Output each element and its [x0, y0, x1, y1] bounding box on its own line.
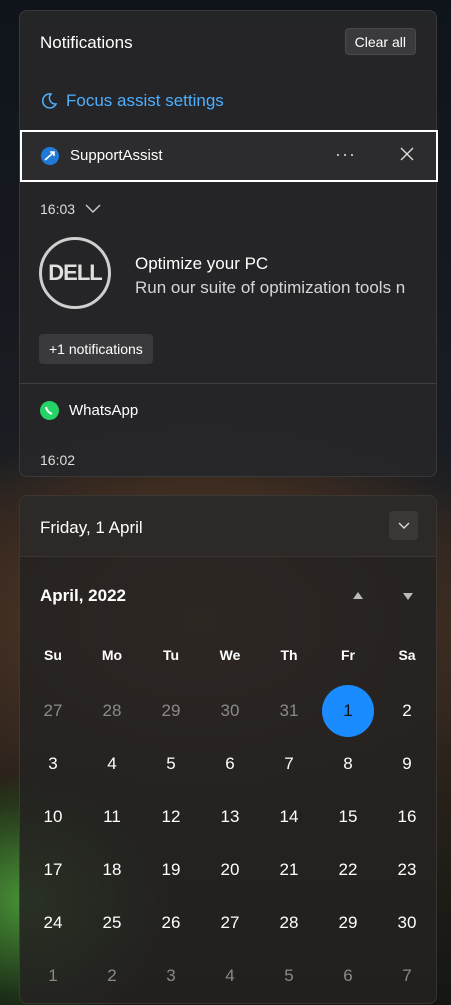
calendar-day[interactable]: 6: [204, 738, 256, 790]
calendar-day[interactable]: 18: [86, 844, 138, 896]
moon-icon: [41, 93, 58, 109]
calendar-day[interactable]: 10: [27, 791, 79, 843]
calendar-day[interactable]: 11: [86, 791, 138, 843]
notification-center: Notifications Clear all Focus assist set…: [19, 10, 438, 477]
divider: [20, 383, 436, 384]
month-year-label[interactable]: April, 2022: [40, 586, 126, 606]
calendar-day[interactable]: 12: [145, 791, 197, 843]
next-month-button[interactable]: [402, 588, 414, 606]
calendar-day[interactable]: 30: [381, 897, 433, 949]
triangle-up-icon: [353, 592, 363, 599]
calendar-day[interactable]: 14: [263, 791, 315, 843]
calendar-day[interactable]: 15: [322, 791, 374, 843]
weekday-label: We: [219, 647, 241, 663]
more-options-button[interactable]: ···: [335, 144, 356, 165]
whatsapp-time: 16:02: [40, 452, 76, 468]
calendar-day[interactable]: 5: [145, 738, 197, 790]
calendar-day[interactable]: 16: [381, 791, 433, 843]
previous-month-button[interactable]: [352, 588, 364, 606]
calendar-day[interactable]: 17: [27, 844, 79, 896]
calendar-day[interactable]: 24: [27, 897, 79, 949]
supportassist-app-name: SupportAssist: [70, 147, 163, 164]
calendar-day[interactable]: 28: [86, 685, 138, 737]
expand-group-toggle[interactable]: 16:03: [40, 201, 101, 217]
calendar-day[interactable]: 2: [86, 950, 138, 1002]
current-date: Friday, 1 April: [40, 518, 143, 537]
calendar-day[interactable]: 8: [322, 738, 374, 790]
calendar-day[interactable]: 7: [381, 950, 433, 1002]
calendar-day[interactable]: 2: [381, 685, 433, 737]
calendar-day[interactable]: 21: [263, 844, 315, 896]
calendar-day[interactable]: 4: [204, 950, 256, 1002]
weekday-label: Mo: [101, 647, 123, 663]
weekday-label: Tu: [162, 647, 180, 663]
calendar-day[interactable]: 31: [263, 685, 315, 737]
weekday-label: Su: [44, 647, 62, 663]
close-icon[interactable]: [400, 147, 414, 166]
weekday-label: Fr: [341, 647, 355, 663]
toast-title[interactable]: Optimize your PC: [135, 254, 268, 274]
calendar-day[interactable]: 27: [204, 897, 256, 949]
calendar-day[interactable]: 7: [263, 738, 315, 790]
weekday-label: Th: [280, 647, 298, 663]
chevron-down-icon: [85, 204, 101, 213]
calendar-day[interactable]: 3: [145, 950, 197, 1002]
calendar-day[interactable]: 1: [27, 950, 79, 1002]
calendar-day[interactable]: 6: [322, 950, 374, 1002]
whatsapp-app-name[interactable]: WhatsApp: [69, 402, 138, 419]
calendar-day[interactable]: 27: [27, 685, 79, 737]
calendar-day[interactable]: 3: [27, 738, 79, 790]
supportassist-group-header[interactable]: SupportAssist ···: [20, 130, 438, 182]
toast-body[interactable]: Run our suite of optimization tools n: [135, 278, 425, 298]
calendar-flyout: Friday, 1 April April, 2022 Su Mo Tu We Th Fr…: [19, 495, 437, 1004]
calendar-header: Friday, 1 April: [20, 496, 436, 557]
calendar-day[interactable]: 23: [381, 844, 433, 896]
triangle-down-icon: [403, 593, 413, 600]
collapse-calendar-button[interactable]: [389, 511, 418, 540]
notifications-title: Notifications: [40, 33, 133, 52]
calendar-day[interactable]: 20: [204, 844, 256, 896]
calendar-day[interactable]: 29: [145, 685, 197, 737]
notification-time: 16:03: [40, 201, 76, 217]
calendar-day[interactable]: 9: [381, 738, 433, 790]
calendar-day[interactable]: 19: [145, 844, 197, 896]
supportassist-icon: [41, 147, 59, 165]
whatsapp-icon: [40, 401, 59, 420]
dell-logo: DELL: [39, 237, 111, 309]
more-notifications-button[interactable]: +1 notifications: [39, 334, 153, 364]
calendar-day[interactable]: 22: [322, 844, 374, 896]
focus-assist-label: Focus assist settings: [66, 91, 224, 110]
calendar-day[interactable]: 4: [86, 738, 138, 790]
calendar-day[interactable]: 5: [263, 950, 315, 1002]
chevron-down-icon: [398, 522, 409, 529]
weekday-label: Sa: [398, 647, 416, 663]
calendar-day[interactable]: 29: [322, 897, 374, 949]
calendar-day[interactable]: 25: [86, 897, 138, 949]
calendar-day[interactable]: 26: [145, 897, 197, 949]
focus-assist-link[interactable]: Focus assist settings: [40, 91, 224, 111]
clear-all-button[interactable]: Clear all: [344, 28, 416, 55]
calendar-day[interactable]: 28: [263, 897, 315, 949]
calendar-day[interactable]: 13: [204, 791, 256, 843]
calendar-day[interactable]: 30: [204, 685, 256, 737]
calendar-day-today[interactable]: 1: [322, 685, 374, 737]
